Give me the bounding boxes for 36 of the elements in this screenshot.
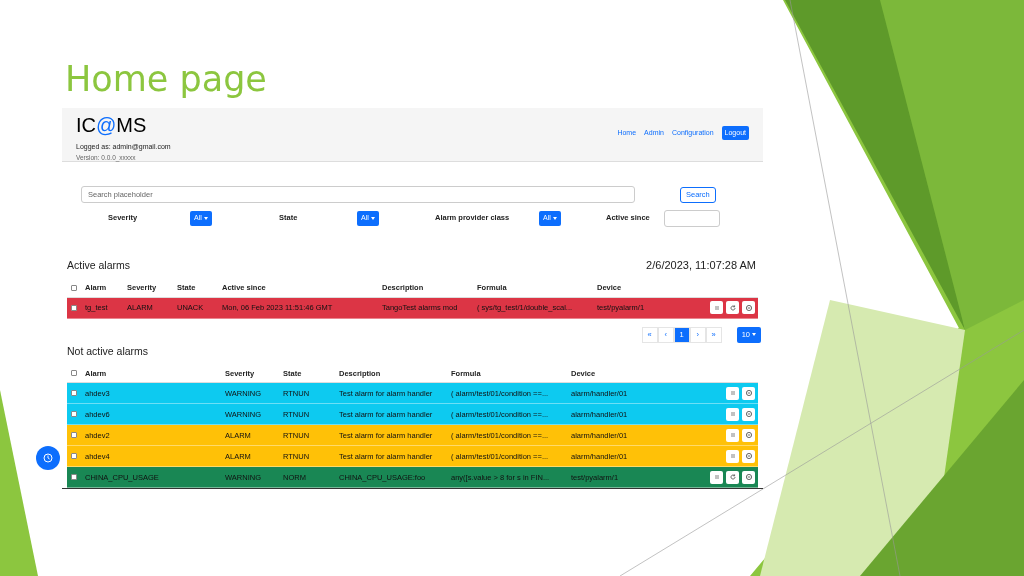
row-checkbox[interactable] bbox=[71, 304, 77, 311]
row-action-button[interactable] bbox=[742, 407, 755, 421]
slide-title: Home page bbox=[64, 58, 268, 101]
select-all-checkbox[interactable] bbox=[71, 284, 77, 291]
minus-circle-icon bbox=[743, 430, 754, 441]
row-action-button[interactable] bbox=[742, 301, 755, 314]
timestamp: 2/6/2023, 11:07:28 AM bbox=[646, 258, 757, 273]
minus-circle-icon bbox=[743, 472, 754, 483]
row-action-button[interactable] bbox=[742, 449, 755, 463]
minus-circle-icon bbox=[743, 409, 754, 420]
row-action-button[interactable] bbox=[726, 470, 739, 484]
section-title: Not active alarms bbox=[66, 343, 150, 359]
row-action-button[interactable] bbox=[742, 428, 755, 442]
row-checkbox[interactable] bbox=[71, 411, 77, 418]
row-action-button[interactable] bbox=[726, 301, 739, 314]
refresh-icon bbox=[727, 302, 738, 313]
select-all-checkbox[interactable] bbox=[71, 370, 77, 377]
row-checkbox[interactable] bbox=[71, 453, 77, 460]
logo: IC@MS bbox=[76, 114, 148, 136]
section-title: Active alarms bbox=[67, 257, 130, 273]
row-checkbox[interactable] bbox=[71, 432, 77, 439]
minus-circle-icon bbox=[743, 451, 754, 462]
history-button[interactable] bbox=[36, 446, 60, 470]
minus-circle-icon bbox=[743, 388, 754, 399]
row-action-button[interactable] bbox=[742, 386, 755, 400]
minus-circle-icon bbox=[743, 302, 754, 313]
row-action-button[interactable] bbox=[742, 470, 755, 484]
caret-icon bbox=[370, 216, 375, 220]
caret-icon bbox=[752, 333, 756, 336]
date-field[interactable] bbox=[664, 209, 720, 227]
row-checkbox[interactable] bbox=[71, 474, 77, 481]
refresh-icon bbox=[727, 472, 738, 483]
caret-icon bbox=[203, 216, 208, 220]
row-checkbox[interactable] bbox=[71, 390, 77, 397]
clock-icon bbox=[43, 453, 53, 463]
caret-icon bbox=[552, 216, 557, 220]
